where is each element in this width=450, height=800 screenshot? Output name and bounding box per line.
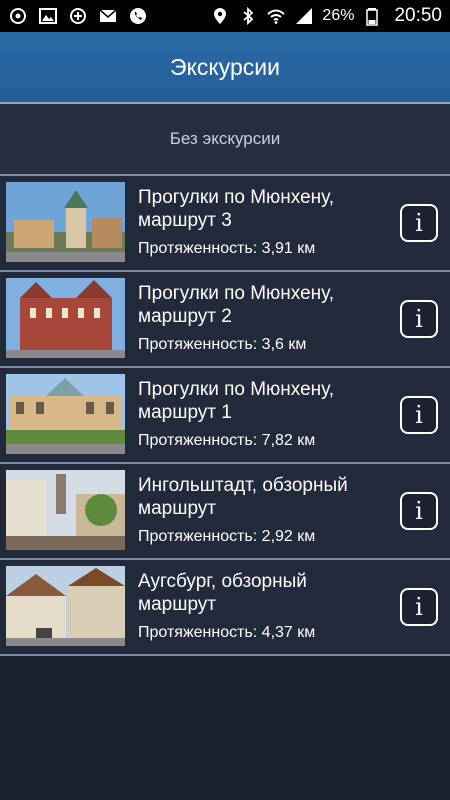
clock: 20:50 [394, 5, 442, 26]
battery-percent: 26% [322, 7, 355, 24]
battery-icon [362, 6, 382, 26]
gallery-icon [38, 6, 58, 26]
status-bar: 26% 20:50 [0, 0, 450, 32]
tour-item[interactable]: Ингольштадт, обзорный маршрут Протяженно… [0, 464, 450, 560]
tour-item[interactable]: Прогулки по Мюнхену, маршрут 1 Протяженн… [0, 368, 450, 464]
page-title: Экскурсии [170, 53, 280, 80]
tour-item[interactable]: Прогулки по Мюнхену, маршрут 3 Протяженн… [0, 176, 450, 272]
info-icon: i [415, 305, 423, 333]
tour-length: Протяженность: 3,91 км [138, 240, 316, 257]
tour-length: Протяженность: 4,37 км [138, 624, 316, 641]
app-icon [8, 6, 28, 26]
no-tour-label: Без экскурсии [169, 129, 281, 148]
tour-thumbnail [6, 566, 125, 646]
info-icon: i [415, 209, 423, 237]
tour-title: Ингольштадт, обзорный маршрут [138, 475, 348, 519]
tour-thumbnail [6, 374, 125, 454]
tour-title: Прогулки по Мюнхену, маршрут 1 [138, 379, 335, 423]
tour-thumbnail [6, 278, 125, 358]
info-button[interactable]: i [400, 204, 438, 242]
tour-thumbnail [6, 182, 125, 262]
bluetooth-icon [238, 6, 258, 26]
location-icon [210, 6, 230, 26]
tour-list: Прогулки по Мюнхену, маршрут 3 Протяженн… [0, 176, 450, 656]
sync-icon [68, 6, 88, 26]
info-icon: i [415, 593, 423, 621]
tour-item[interactable]: Прогулки по Мюнхену, маршрут 2 Протяженн… [0, 272, 450, 368]
tour-item[interactable]: Аугсбург, обзорный маршрут Протяженность… [0, 560, 450, 656]
app-header: Экскурсии [0, 32, 450, 104]
tour-length: Протяженность: 7,82 км [138, 432, 316, 449]
info-icon: i [415, 401, 423, 429]
info-button[interactable]: i [400, 492, 438, 530]
info-button[interactable]: i [400, 588, 438, 626]
tour-title: Прогулки по Мюнхену, маршрут 3 [138, 187, 335, 231]
tour-length: Протяженность: 3,6 км [138, 336, 307, 353]
mail-icon [98, 6, 118, 26]
tour-length: Протяженность: 2,92 км [138, 528, 316, 545]
no-tour-option[interactable]: Без экскурсии [0, 104, 450, 176]
phone-icon [128, 6, 148, 26]
info-button[interactable]: i [400, 300, 438, 338]
signal-icon [294, 6, 314, 26]
tour-thumbnail [6, 470, 125, 550]
tour-title: Прогулки по Мюнхену, маршрут 2 [138, 283, 335, 327]
wifi-icon [266, 6, 286, 26]
info-icon: i [415, 497, 423, 525]
tour-title: Аугсбург, обзорный маршрут [138, 571, 307, 615]
info-button[interactable]: i [400, 396, 438, 434]
